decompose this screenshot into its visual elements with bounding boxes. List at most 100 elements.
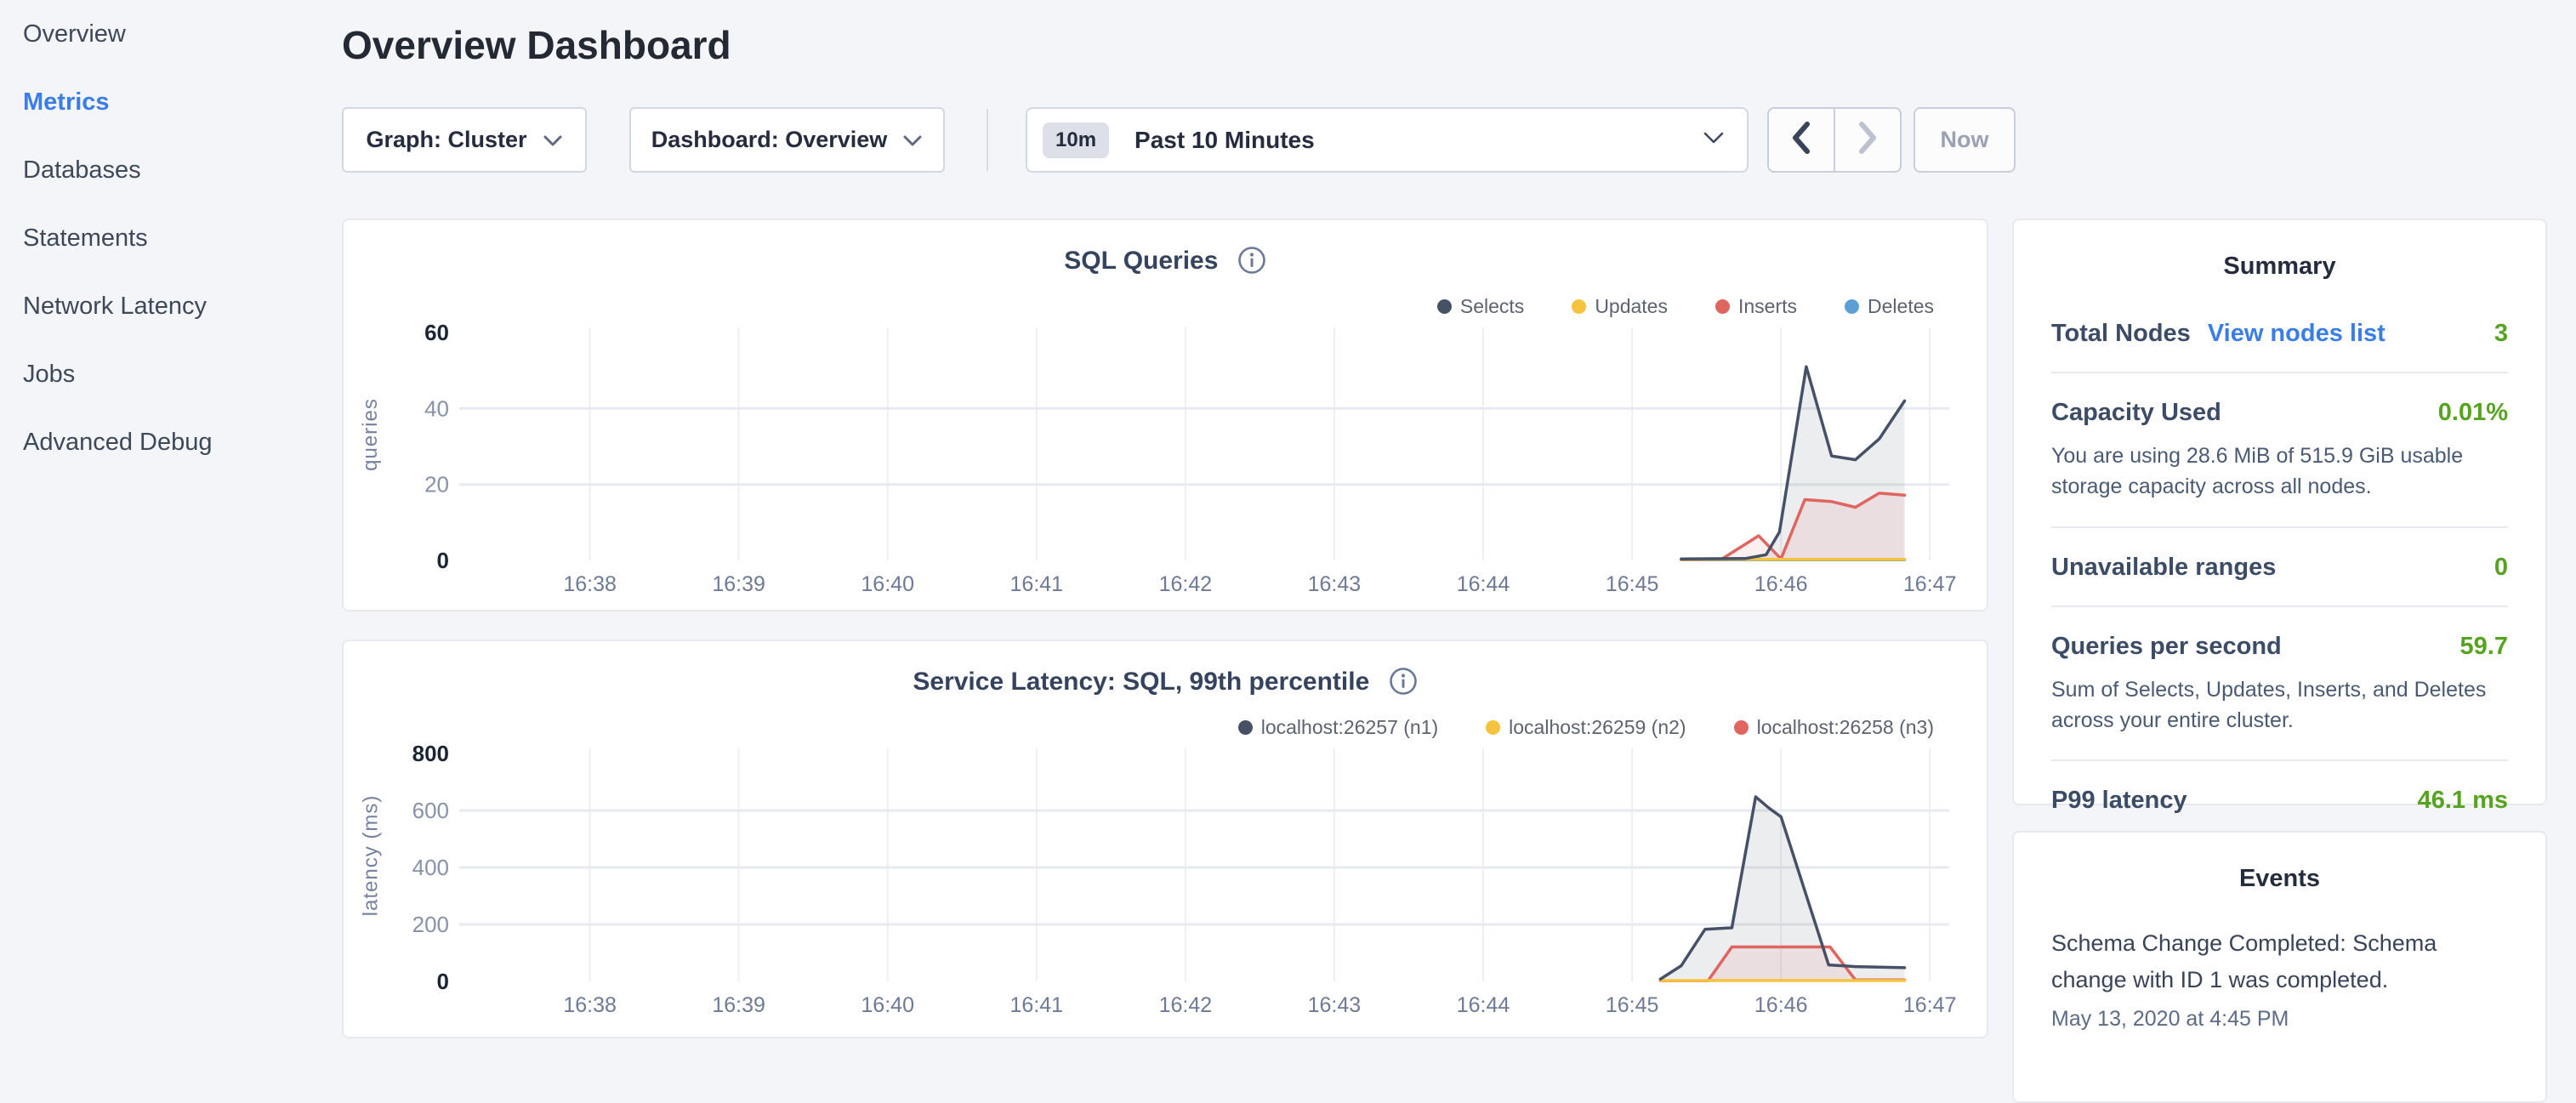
legend-dot — [1715, 299, 1730, 314]
event-item: Schema Change Completed: Schema change w… — [2051, 925, 2508, 1032]
svg-text:16:45: 16:45 — [1606, 993, 1659, 1017]
time-range-dropdown[interactable]: 10m Past 10 Minutes — [1026, 107, 1749, 173]
chart-plot[interactable]: 16:3816:3916:4016:4116:4216:4316:4416:45… — [386, 321, 1965, 601]
chevron-down-icon — [902, 127, 923, 153]
events-heading: Events — [2014, 865, 2545, 893]
summary-row-total-nodes: Total Nodes View nodes list 3 — [2051, 294, 2508, 373]
sidebar-item-label: Statements — [23, 225, 148, 253]
legend-label: localhost:26258 (n3) — [1757, 716, 1934, 739]
svg-text:20: 20 — [424, 472, 449, 497]
legend-dot — [1238, 720, 1253, 735]
now-button-label: Now — [1941, 127, 1989, 153]
sidebar-item-overview[interactable]: Overview — [0, 0, 342, 68]
toolbar-divider — [987, 109, 988, 171]
svg-text:16:43: 16:43 — [1308, 993, 1362, 1017]
y-axis-label: latency (ms) — [355, 742, 386, 969]
service-latency-chart-card: Service Latency: SQL, 99th percentile lo… — [342, 640, 1988, 1038]
svg-text:16:42: 16:42 — [1159, 993, 1213, 1017]
sidebar-item-statements[interactable]: Statements — [0, 204, 342, 272]
sidebar-item-databases[interactable]: Databases — [0, 136, 342, 204]
svg-text:16:44: 16:44 — [1457, 572, 1510, 596]
info-icon[interactable] — [1389, 667, 1418, 702]
summary-row-label: Capacity Used — [2051, 399, 2221, 427]
legend-item: Deletes — [1845, 295, 1934, 318]
svg-text:16:38: 16:38 — [563, 993, 617, 1017]
summary-row-p99-latency: P99 latency 46.1 ms — [2051, 761, 2508, 839]
chart-title-text: SQL Queries — [1064, 247, 1218, 275]
chart-plot[interactable]: 16:3816:3916:4016:4116:4216:4316:4416:45… — [386, 742, 1965, 1022]
events-panel: Events Schema Change Completed: Schema c… — [2012, 831, 2547, 1103]
svg-text:16:45: 16:45 — [1606, 572, 1659, 596]
legend-item: Inserts — [1715, 295, 1797, 318]
legend-label: Updates — [1595, 295, 1668, 318]
svg-text:600: 600 — [412, 798, 449, 823]
legend-item: localhost:26259 (n2) — [1486, 716, 1686, 739]
view-nodes-list-link[interactable]: View nodes list — [2208, 320, 2386, 348]
svg-text:40: 40 — [424, 395, 449, 421]
summary-row-value: 0 — [2494, 554, 2508, 582]
summary-row-description: Sum of Selects, Updates, Inserts, and De… — [2051, 674, 2508, 736]
summary-heading: Summary — [2014, 253, 2545, 281]
legend-dot — [1845, 299, 1859, 314]
summary-row-value: 46.1 ms — [2418, 787, 2508, 815]
legend-label: Inserts — [1738, 295, 1797, 318]
now-button[interactable]: Now — [1914, 107, 2016, 173]
summary-row-label: Queries per second — [2051, 633, 2282, 661]
summary-row-label: P99 latency — [2051, 787, 2187, 815]
sidebar-item-label: Overview — [23, 20, 126, 48]
chevron-down-icon — [1703, 131, 1725, 149]
y-axis-label: queries — [355, 321, 386, 549]
summary-panel: Summary Total Nodes View nodes list 3 Ca… — [2012, 219, 2547, 805]
sidebar-item-label: Metrics — [23, 88, 110, 117]
sidebar: Overview Metrics Databases Statements Ne… — [0, 0, 342, 1051]
sql-queries-chart-card: SQL Queries Selects Updates Inserts Dele… — [342, 219, 1988, 611]
chevron-down-icon — [543, 127, 563, 153]
sidebar-item-advanced-debug[interactable]: Advanced Debug — [0, 408, 342, 476]
summary-row-value: 3 — [2494, 320, 2508, 348]
svg-text:16:44: 16:44 — [1457, 993, 1510, 1017]
next-time-button[interactable] — [1835, 109, 1900, 171]
chart-title: Service Latency: SQL, 99th percentile — [344, 667, 1987, 702]
dashboard-dropdown-label: Dashboard: Overview — [651, 127, 888, 153]
summary-row-queries-per-second: Queries per second 59.7 Sum of Selects, … — [2051, 607, 2508, 762]
chart-legend: localhost:26257 (n1) localhost:26259 (n2… — [1238, 716, 1934, 739]
prev-time-button[interactable] — [1769, 109, 1835, 171]
legend-item: Updates — [1572, 295, 1668, 318]
svg-text:16:46: 16:46 — [1754, 993, 1808, 1017]
sidebar-item-metrics[interactable]: Metrics — [0, 68, 342, 136]
summary-row-capacity-used: Capacity Used 0.01% You are using 28.6 M… — [2051, 373, 2508, 528]
summary-row-description: You are using 28.6 MiB of 515.9 GiB usab… — [2051, 441, 2508, 503]
event-timestamp: May 13, 2020 at 4:45 PM — [2051, 1007, 2508, 1032]
time-range-badge: 10m — [1043, 122, 1109, 158]
summary-row-unavailable-ranges: Unavailable ranges 0 — [2051, 528, 2508, 607]
legend-item: Selects — [1437, 295, 1524, 318]
chart-legend: Selects Updates Inserts Deletes — [1437, 295, 1934, 318]
sidebar-item-network-latency[interactable]: Network Latency — [0, 272, 342, 340]
svg-text:16:41: 16:41 — [1010, 572, 1064, 596]
svg-text:0: 0 — [437, 969, 449, 994]
legend-dot — [1437, 299, 1452, 314]
legend-dot — [1486, 720, 1500, 735]
chevron-left-icon — [1788, 118, 1814, 162]
summary-row-value: 59.7 — [2460, 633, 2508, 661]
time-nav-buttons — [1767, 107, 1902, 173]
legend-label: Selects — [1460, 295, 1524, 318]
svg-text:16:39: 16:39 — [712, 993, 765, 1017]
chart-title-text: Service Latency: SQL, 99th percentile — [913, 668, 1369, 696]
summary-row-value: 0.01% — [2438, 399, 2508, 427]
legend-label: localhost:26257 (n1) — [1261, 716, 1438, 739]
sidebar-item-jobs[interactable]: Jobs — [0, 340, 342, 408]
legend-item: localhost:26258 (n3) — [1734, 716, 1934, 739]
svg-text:16:47: 16:47 — [1903, 993, 1957, 1017]
summary-row-label: Total Nodes — [2051, 320, 2191, 348]
svg-text:16:47: 16:47 — [1903, 572, 1957, 596]
dashboard-dropdown[interactable]: Dashboard: Overview — [629, 107, 945, 173]
info-icon[interactable] — [1237, 246, 1266, 281]
graph-dropdown[interactable]: Graph: Cluster — [342, 107, 587, 173]
svg-text:16:42: 16:42 — [1159, 572, 1213, 596]
graph-dropdown-label: Graph: Cluster — [366, 127, 526, 153]
sidebar-item-label: Jobs — [23, 361, 75, 389]
svg-text:400: 400 — [412, 855, 449, 880]
time-range-label: Past 10 Minutes — [1134, 127, 1703, 154]
legend-label: localhost:26259 (n2) — [1509, 716, 1686, 739]
